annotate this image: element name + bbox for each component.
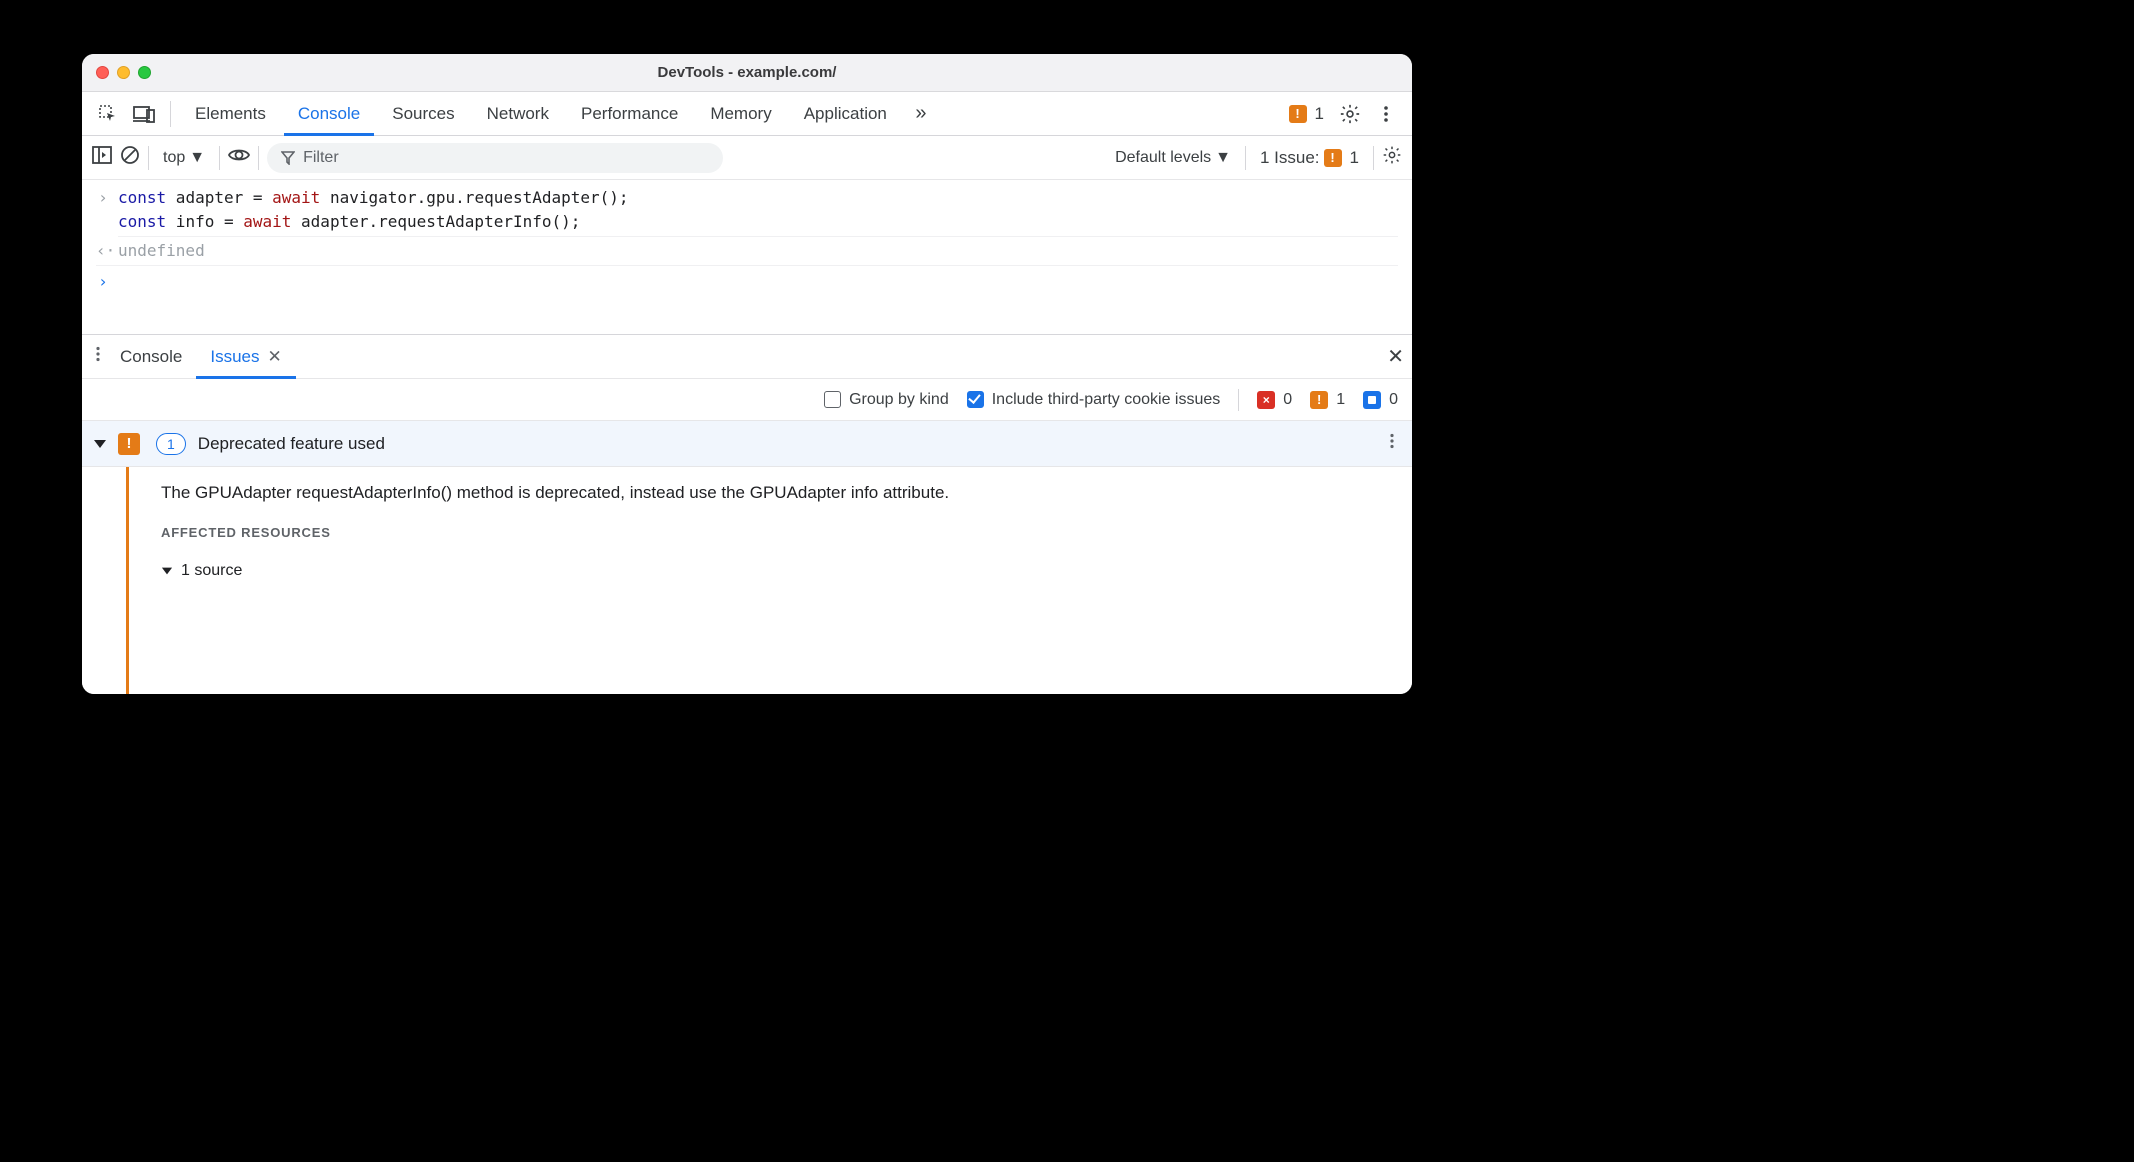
chevron-down-icon: ▼ [1215,149,1231,167]
drawer-tabstrip: Console Issues ✕ ✕ [82,335,1412,379]
drawer-tab-issues-label: Issues [210,347,259,367]
drawer-tab-issues[interactable]: Issues ✕ [196,335,295,379]
checkbox-unchecked-icon [824,391,841,408]
include-thirdparty-checkbox[interactable]: Include third-party cookie issues [967,391,1221,409]
tab-network[interactable]: Network [473,92,563,136]
chevron-down-icon: ▼ [189,149,205,167]
source-summary[interactable]: 1 source [161,562,1392,580]
info-count-value: 0 [1389,391,1398,409]
drawer-tab-console[interactable]: Console [106,335,196,379]
settings-icon[interactable] [1334,98,1366,130]
console-output-row: ‹· undefined [96,237,1398,266]
group-by-kind-label: Group by kind [849,391,949,409]
console-body: › const adapter = await navigator.gpu.re… [82,180,1412,334]
console-output: undefined [118,239,205,263]
drawer: Console Issues ✕ ✕ Group by kind Include… [82,334,1412,694]
console-toolbar: top ▼ Filter Default levels ▼ 1 Issue: !… [82,136,1412,180]
affected-resources-label: AFFECTED RESOURCES [161,525,1392,540]
error-count-value: 0 [1283,391,1292,409]
divider [1245,146,1246,170]
filter-placeholder: Filter [303,149,339,167]
warning-count: 1 [1315,104,1324,124]
warning-indicator[interactable]: ! 1 [1283,104,1330,124]
more-tabs-icon[interactable]: » [905,98,937,130]
tab-memory[interactable]: Memory [696,92,785,136]
divider [219,146,220,170]
tab-application[interactable]: Application [790,92,901,136]
context-label: top [163,149,185,167]
device-toolbar-icon[interactable] [128,98,160,130]
log-levels-label: Default levels [1115,149,1211,167]
issues-label: 1 Issue: [1260,148,1320,168]
console-input-row: › const adapter = await navigator.gpu.re… [96,186,1398,237]
output-prompt-icon: ‹· [96,239,110,263]
include-thirdparty-label: Include third-party cookie issues [992,391,1221,409]
divider [1238,389,1239,411]
issue-kebab-icon[interactable] [1384,433,1400,454]
error-count[interactable]: × 0 [1257,391,1292,409]
divider [1373,146,1374,170]
filter-input[interactable]: Filter [267,143,723,173]
error-icon: × [1257,391,1275,409]
close-tab-icon[interactable]: ✕ [268,347,282,367]
close-drawer-icon[interactable]: ✕ [1387,344,1404,369]
tab-performance[interactable]: Performance [567,92,692,136]
warning-icon: ! [118,433,140,455]
issues-filterbar: Group by kind Include third-party cookie… [82,379,1412,421]
input-prompt-icon: › [96,186,110,210]
clear-console-icon[interactable] [120,145,140,170]
filter-icon [281,151,295,165]
issue-header[interactable]: ! 1 Deprecated feature used [82,421,1412,467]
group-by-kind-checkbox[interactable]: Group by kind [824,391,949,409]
issue-count-pill: 1 [156,433,186,455]
console-input[interactable]: const adapter = await navigator.gpu.requ… [118,186,1398,237]
console-settings-icon[interactable] [1382,145,1402,170]
live-expression-icon[interactable] [228,147,250,168]
issues-link[interactable]: 1 Issue: ! 1 [1254,148,1365,168]
tab-console[interactable]: Console [284,92,374,136]
expand-triangle-icon [162,568,172,575]
divider [170,101,171,127]
divider [258,146,259,170]
log-levels-selector[interactable]: Default levels ▼ [1109,149,1237,167]
info-icon [1363,391,1381,409]
toggle-sidebar-icon[interactable] [92,146,112,169]
issues-count: 1 [1350,148,1359,168]
warning-icon: ! [1324,149,1342,167]
checkbox-checked-icon [967,391,984,408]
context-selector[interactable]: top ▼ [157,149,211,167]
warning-icon: ! [1289,105,1307,123]
issue-title: Deprecated feature used [198,434,385,454]
divider [148,146,149,170]
kebab-menu-icon[interactable] [1370,98,1402,130]
titlebar: DevTools - example.com/ [82,54,1412,92]
devtools-window: DevTools - example.com/ Elements Console… [82,54,1412,694]
inspect-element-icon[interactable] [92,98,124,130]
console-prompt-row[interactable]: › [96,266,1398,294]
expand-triangle-icon [94,440,106,448]
info-count[interactable]: 0 [1363,391,1398,409]
issue-message: The GPUAdapter requestAdapterInfo() meth… [161,483,1392,503]
tab-elements[interactable]: Elements [181,92,280,136]
main-tabstrip: Elements Console Sources Network Perform… [82,92,1412,136]
warning-count[interactable]: ! 1 [1310,391,1345,409]
prompt-icon: › [96,270,110,294]
issue-body: The GPUAdapter requestAdapterInfo() meth… [126,467,1412,694]
warning-icon: ! [1310,391,1328,409]
drawer-kebab-icon[interactable] [90,346,106,367]
window-title: DevTools - example.com/ [82,64,1412,81]
tab-sources[interactable]: Sources [378,92,468,136]
source-summary-text: 1 source [181,562,242,580]
warning-count-value: 1 [1336,391,1345,409]
